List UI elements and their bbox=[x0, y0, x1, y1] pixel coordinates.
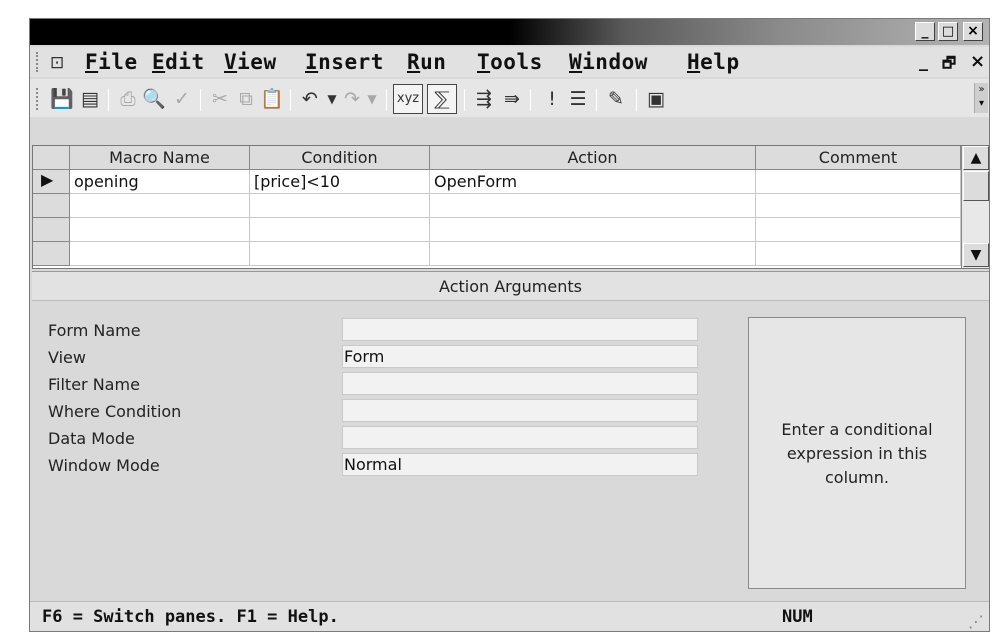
spelling-icon[interactable]: ✓ bbox=[170, 87, 194, 111]
action-arguments-header: Action Arguments bbox=[32, 271, 989, 301]
row-selector-header bbox=[33, 146, 70, 170]
window-mode-field[interactable]: Normal bbox=[342, 453, 698, 476]
scroll-down-arrow-icon[interactable]: ▼ bbox=[963, 243, 989, 267]
macro-design-toolbar: 💾 ▤ ⎙ 🔍 ✓ ✂ ⧉ 📋 ↶ ▼ ↷ ▼ xyz ⅀ ⇶ ⇛ ! ☰ ✎ … bbox=[30, 79, 989, 117]
toolbar-options-icon[interactable]: » ▾ bbox=[974, 83, 988, 113]
menu-grip[interactable] bbox=[36, 52, 39, 72]
macro-object-icon[interactable]: ⊡ bbox=[50, 53, 64, 73]
row-selector[interactable]: ▶ bbox=[33, 170, 70, 194]
where-condition-label: Where Condition bbox=[48, 402, 182, 421]
print-icon[interactable]: ⎙ bbox=[116, 87, 140, 111]
close-button[interactable]: × bbox=[963, 22, 983, 41]
toolbar-separator bbox=[108, 89, 109, 111]
toolbar-separator bbox=[530, 89, 531, 111]
toolbar-grip[interactable] bbox=[36, 88, 39, 110]
macro-name-cell[interactable] bbox=[70, 194, 250, 218]
row-selector[interactable] bbox=[33, 218, 70, 242]
menu-window[interactable]: Window bbox=[569, 50, 648, 74]
condition-cell[interactable]: [price]<10 bbox=[250, 170, 430, 194]
window-mode-label: Window Mode bbox=[48, 456, 160, 475]
grid-vertical-scrollbar[interactable]: ▲ ▼ bbox=[961, 146, 989, 268]
save-icon[interactable]: 💾 bbox=[50, 87, 74, 111]
menu-view[interactable]: View bbox=[224, 50, 277, 74]
menu-edit[interactable]: Edit bbox=[152, 50, 205, 74]
menu-run[interactable]: Run bbox=[407, 50, 446, 74]
condition-cell[interactable] bbox=[250, 218, 430, 242]
macro-names-icon[interactable]: xyz bbox=[393, 84, 423, 114]
menu-insert[interactable]: Insert bbox=[305, 50, 384, 74]
filter-name-label: Filter Name bbox=[48, 375, 140, 394]
column-header-action[interactable]: Action bbox=[430, 146, 756, 170]
hint-panel: Enter a conditional expression in this c… bbox=[748, 317, 966, 589]
action-cell[interactable]: OpenForm bbox=[430, 170, 756, 194]
macro-name-cell[interactable] bbox=[70, 242, 250, 266]
menu-help[interactable]: Help bbox=[687, 50, 740, 74]
row-selector[interactable] bbox=[33, 242, 70, 266]
comment-cell[interactable] bbox=[756, 242, 961, 266]
print-preview-icon[interactable]: 🔍 bbox=[142, 87, 166, 111]
action-cell[interactable] bbox=[430, 218, 756, 242]
table-view-icon[interactable]: ▤ bbox=[78, 87, 102, 111]
redo-dropdown-icon[interactable]: ▼ bbox=[360, 87, 384, 111]
condition-cell[interactable] bbox=[250, 194, 430, 218]
toolbar-separator bbox=[596, 89, 597, 111]
menu-tools[interactable]: Tools bbox=[477, 50, 543, 74]
mdi-minimize-button[interactable]: _ bbox=[919, 51, 928, 72]
filter-name-field[interactable] bbox=[342, 372, 698, 395]
menu-bar: ⊡ File Edit View Insert Run Tools Window… bbox=[30, 47, 989, 77]
view-field[interactable]: Form bbox=[342, 345, 698, 368]
cut-icon[interactable]: ✂ bbox=[208, 87, 232, 111]
column-header-comment[interactable]: Comment bbox=[756, 146, 961, 170]
macro-name-cell[interactable] bbox=[70, 218, 250, 242]
current-row-icon: ▶ bbox=[41, 170, 54, 189]
mdi-restore-button[interactable]: 🗗 bbox=[942, 53, 956, 78]
resize-grip-icon[interactable]: ⋰ bbox=[968, 612, 984, 631]
insert-rows-icon[interactable]: ⇶ bbox=[472, 87, 496, 111]
build-icon[interactable]: ✎ bbox=[604, 87, 628, 111]
macro-design-window: _ □ × ⊡ File Edit View Insert Run Tools … bbox=[29, 18, 990, 632]
single-step-icon[interactable]: ☰ bbox=[566, 87, 590, 111]
data-mode-label: Data Mode bbox=[48, 429, 135, 448]
action-cell[interactable] bbox=[430, 194, 756, 218]
macro-grid: Macro Name Condition Action Comment ▶ op… bbox=[32, 145, 989, 269]
maximize-button[interactable]: □ bbox=[938, 22, 958, 41]
column-header-condition[interactable]: Condition bbox=[250, 146, 430, 170]
mdi-close-button[interactable]: × bbox=[970, 51, 985, 72]
minimize-button[interactable]: _ bbox=[915, 22, 935, 41]
row-selector[interactable] bbox=[33, 194, 70, 218]
menu-file[interactable]: File bbox=[85, 50, 138, 74]
form-name-label: Form Name bbox=[48, 321, 141, 340]
copy-icon[interactable]: ⧉ bbox=[234, 87, 258, 111]
toolbar-separator bbox=[386, 89, 387, 111]
macro-name-cell[interactable]: opening bbox=[70, 170, 250, 194]
comment-cell[interactable] bbox=[756, 194, 961, 218]
comment-cell[interactable] bbox=[756, 170, 961, 194]
paste-icon[interactable]: 📋 bbox=[260, 87, 284, 111]
data-mode-field[interactable] bbox=[342, 426, 698, 449]
condition-cell[interactable] bbox=[250, 242, 430, 266]
status-bar: F6 = Switch panes. F1 = Help. NUM ⋰ bbox=[30, 601, 989, 631]
toolbar-separator bbox=[200, 89, 201, 111]
status-text: F6 = Switch panes. F1 = Help. bbox=[42, 607, 339, 627]
toolbar-separator bbox=[636, 89, 637, 111]
run-icon[interactable]: ! bbox=[540, 87, 564, 111]
num-lock-indicator: NUM bbox=[782, 607, 813, 627]
comment-cell[interactable] bbox=[756, 218, 961, 242]
delete-rows-icon[interactable]: ⇛ bbox=[500, 87, 524, 111]
view-label: View bbox=[48, 348, 86, 367]
where-condition-field[interactable] bbox=[342, 399, 698, 422]
action-cell[interactable] bbox=[430, 242, 756, 266]
undo-icon[interactable]: ↶ bbox=[298, 87, 322, 111]
title-bar[interactable]: _ □ × bbox=[30, 19, 989, 45]
toolbar-separator bbox=[464, 89, 465, 111]
database-window-icon[interactable]: ▣ bbox=[644, 87, 668, 111]
form-name-field[interactable] bbox=[342, 318, 698, 341]
toolbar-separator bbox=[290, 89, 291, 111]
column-header-macro-name[interactable]: Macro Name bbox=[70, 146, 250, 170]
conditions-icon[interactable]: ⅀ bbox=[427, 84, 457, 114]
scroll-thumb[interactable] bbox=[963, 171, 989, 201]
scroll-up-arrow-icon[interactable]: ▲ bbox=[963, 146, 989, 170]
